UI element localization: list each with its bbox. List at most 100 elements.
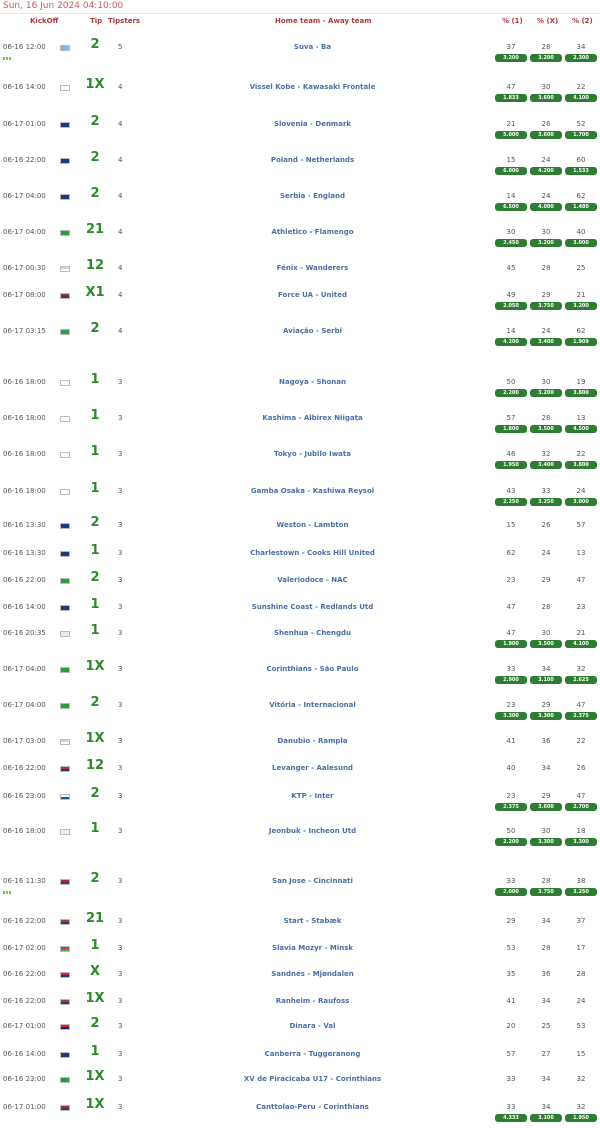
odds-away-badge[interactable]: 2.300: [565, 54, 597, 62]
odds-draw-badge[interactable]: 3.400: [530, 461, 562, 469]
odds-away-badge[interactable]: 1.533: [565, 167, 597, 175]
table-row[interactable]: 06-16 12:00 2 5 Suva - Ba 37 28 34 3.200 3.200 2.…: [0, 35, 600, 65]
odds-away-badge[interactable]: 1.700: [565, 131, 597, 139]
match-link[interactable]: Serbia - England: [220, 192, 405, 200]
odds-home-badge[interactable]: 6.000: [495, 167, 527, 175]
match-link[interactable]: Athletico - Flamengo: [220, 228, 405, 236]
odds-home-badge[interactable]: 2.450: [495, 239, 527, 247]
header-p2[interactable]: % (2): [572, 17, 593, 25]
odds-draw-badge[interactable]: 3.600: [530, 803, 562, 811]
match-link[interactable]: Ranheim - Raufoss: [220, 997, 405, 1005]
match-link[interactable]: Vissel Kobe - Kawasaki Frontale: [220, 83, 405, 91]
odds-draw-badge[interactable]: 3.600: [530, 131, 562, 139]
match-link[interactable]: Start - Stabæk: [220, 917, 405, 925]
match-link[interactable]: Shenhua - Chengdu: [220, 629, 405, 637]
match-link[interactable]: Aviação - Serbi: [220, 327, 405, 335]
odds-away-badge[interactable]: 1.480: [565, 203, 597, 211]
odds-away-badge[interactable]: 4.100: [565, 94, 597, 102]
match-link[interactable]: Sunshine Coast - Redlands Utd: [220, 603, 405, 611]
table-row[interactable]: 06-16 22:00 2 3 Valeriodoce - NAC 23 29 47: [0, 568, 600, 598]
match-link[interactable]: Poland - Netherlands: [220, 156, 405, 164]
odds-draw-badge[interactable]: 3.100: [530, 676, 562, 684]
match-link[interactable]: Levanger - Aalesund: [220, 764, 405, 772]
odds-home-badge[interactable]: 2.200: [495, 838, 527, 846]
odds-away-badge[interactable]: 3.800: [565, 461, 597, 469]
odds-home-badge[interactable]: 1.800: [495, 425, 527, 433]
odds-draw-badge[interactable]: 3.300: [530, 712, 562, 720]
match-link[interactable]: Gamba Osaka - Kashiwa Reysol: [220, 487, 405, 495]
odds-home-badge[interactable]: 2.375: [495, 803, 527, 811]
odds-away-badge[interactable]: 3.800: [565, 389, 597, 397]
odds-home-badge[interactable]: 2.250: [495, 498, 527, 506]
match-link[interactable]: Fénix - Wanderers: [220, 264, 405, 272]
match-link[interactable]: San Jose - Cincinnati: [220, 877, 405, 885]
table-row[interactable]: 06-16 18:00 1 3 Kashima - Albirex Niigata 57…: [0, 406, 600, 436]
table-row[interactable]: 06-17 01:00 2 4 Slovenia - Denmark 21 26 52 5.0…: [0, 112, 600, 142]
odds-away-badge[interactable]: 4.500: [565, 425, 597, 433]
odds-draw-badge[interactable]: 3.500: [530, 640, 562, 648]
odds-away-badge[interactable]: 4.100: [565, 640, 597, 648]
odds-draw-badge[interactable]: 3.200: [530, 389, 562, 397]
header-tipsters[interactable]: Tipsters: [108, 17, 140, 25]
table-row[interactable]: 06-16 18:00 1 3 Nagoya - Shonan 50 30 19 2.200 3…: [0, 370, 600, 400]
table-row[interactable]: 06-16 13:30 1 3 Charlestown - Cooks Hill Un…: [0, 541, 600, 571]
odds-away-badge[interactable]: 3.200: [565, 302, 597, 310]
match-link[interactable]: Sandnes - Mjøndalen: [220, 970, 405, 978]
match-link[interactable]: Corinthians - São Paulo: [220, 665, 405, 673]
match-link[interactable]: Weston - Lambton: [220, 521, 405, 529]
table-row[interactable]: 06-16 22:00 21 3 Start - Stabæk 29 34 37: [0, 909, 600, 939]
odds-home-badge[interactable]: 2.050: [495, 302, 527, 310]
match-link[interactable]: Slavia Mozyr - Minsk: [220, 944, 405, 952]
odds-away-badge[interactable]: 1.909: [565, 338, 597, 346]
odds-draw-badge[interactable]: 4.200: [530, 167, 562, 175]
odds-away-badge[interactable]: 2.700: [565, 803, 597, 811]
match-link[interactable]: Jeonbuk - Incheon Utd: [220, 827, 405, 835]
table-row[interactable]: 06-17 03:15 2 4 Aviação - Serbi 14 24 62 4.200 3…: [0, 319, 600, 349]
table-row[interactable]: 06-17 04:00 2 3 Vitória - Internacional 23 29…: [0, 693, 600, 723]
table-row[interactable]: 06-16 11:30 2 3 San Jose - Cincinnati 33 28 38…: [0, 869, 600, 899]
match-link[interactable]: Nagoya - Shonan: [220, 378, 405, 386]
match-link[interactable]: Canberra - Tuggeranong: [220, 1050, 405, 1058]
odds-home-badge[interactable]: 2.000: [495, 888, 527, 896]
table-row[interactable]: 06-16 14:00 1X 4 Vissel Kobe - Kawasaki Fro…: [0, 75, 600, 105]
table-row[interactable]: 06-17 04:00 1X 3 Corinthians - São Paulo 33 3…: [0, 657, 600, 687]
odds-draw-badge[interactable]: 3.250: [530, 498, 562, 506]
table-row[interactable]: 06-16 20:35 1 3 Shenhua - Chengdu 47 30 21 1.90…: [0, 621, 600, 651]
odds-away-badge[interactable]: 1.950: [565, 1114, 597, 1122]
table-row[interactable]: 06-16 23:00 2 3 KTP - Inter 23 29 47 2.375 3.600…: [0, 784, 600, 814]
odds-home-badge[interactable]: 5.000: [495, 131, 527, 139]
odds-away-badge[interactable]: 2.375: [565, 712, 597, 720]
match-link[interactable]: Canttolao-Peru - Corinthians: [220, 1103, 405, 1111]
odds-away-badge[interactable]: 3.000: [565, 498, 597, 506]
table-row[interactable]: 06-16 18:00 1 3 Tokyo - Jubilo Iwata 46 32 22 1…: [0, 442, 600, 472]
match-link[interactable]: Charlestown - Cooks Hill United: [220, 549, 405, 557]
table-row[interactable]: 06-17 00:30 12 4 Fénix - Wanderers 45 28 25: [0, 256, 600, 286]
table-row[interactable]: 06-16 22:00 X 3 Sandnes - Mjøndalen 35 36 28: [0, 962, 600, 992]
match-link[interactable]: Valeriodoce - NAC: [220, 576, 405, 584]
odds-away-badge[interactable]: 2.625: [565, 676, 597, 684]
odds-home-badge[interactable]: 6.500: [495, 203, 527, 211]
odds-home-badge[interactable]: 4.200: [495, 338, 527, 346]
header-tip[interactable]: Tip: [90, 17, 102, 25]
table-row[interactable]: 06-17 01:00 2 3 Dinara - Val 20 25 53: [0, 1014, 600, 1044]
match-link[interactable]: Kashima - Albirex Niigata: [220, 414, 405, 422]
match-link[interactable]: XV de Piracicaba U17 - Corinthians: [220, 1075, 405, 1083]
odds-draw-badge[interactable]: 3.300: [530, 838, 562, 846]
odds-home-badge[interactable]: 4.333: [495, 1114, 527, 1122]
odds-draw-badge[interactable]: 3.500: [530, 425, 562, 433]
odds-draw-badge[interactable]: 3.100: [530, 1114, 562, 1122]
odds-home-badge[interactable]: 1.833: [495, 94, 527, 102]
table-row[interactable]: 06-16 18:00 1 3 Jeonbuk - Incheon Utd 50 30 18…: [0, 819, 600, 849]
table-row[interactable]: 06-16 13:30 2 3 Weston - Lambton 15 26 57: [0, 513, 600, 543]
table-row[interactable]: 06-17 01:00 1X 3 Canttolao-Peru - Corinthia…: [0, 1095, 600, 1125]
match-link[interactable]: KTP - Inter: [220, 792, 405, 800]
odds-home-badge[interactable]: 3.200: [495, 54, 527, 62]
match-link[interactable]: Dinara - Val: [220, 1022, 405, 1030]
header-match[interactable]: Home team - Away team: [275, 17, 372, 25]
match-link[interactable]: Vitória - Internacional: [220, 701, 405, 709]
odds-draw-badge[interactable]: 3.750: [530, 302, 562, 310]
table-row[interactable]: 06-16 22:00 12 3 Levanger - Aalesund 40 34 26: [0, 756, 600, 786]
odds-home-badge[interactable]: 3.300: [495, 712, 527, 720]
header-kickoff[interactable]: KickOff: [30, 17, 58, 25]
match-link[interactable]: Tokyo - Jubilo Iwata: [220, 450, 405, 458]
